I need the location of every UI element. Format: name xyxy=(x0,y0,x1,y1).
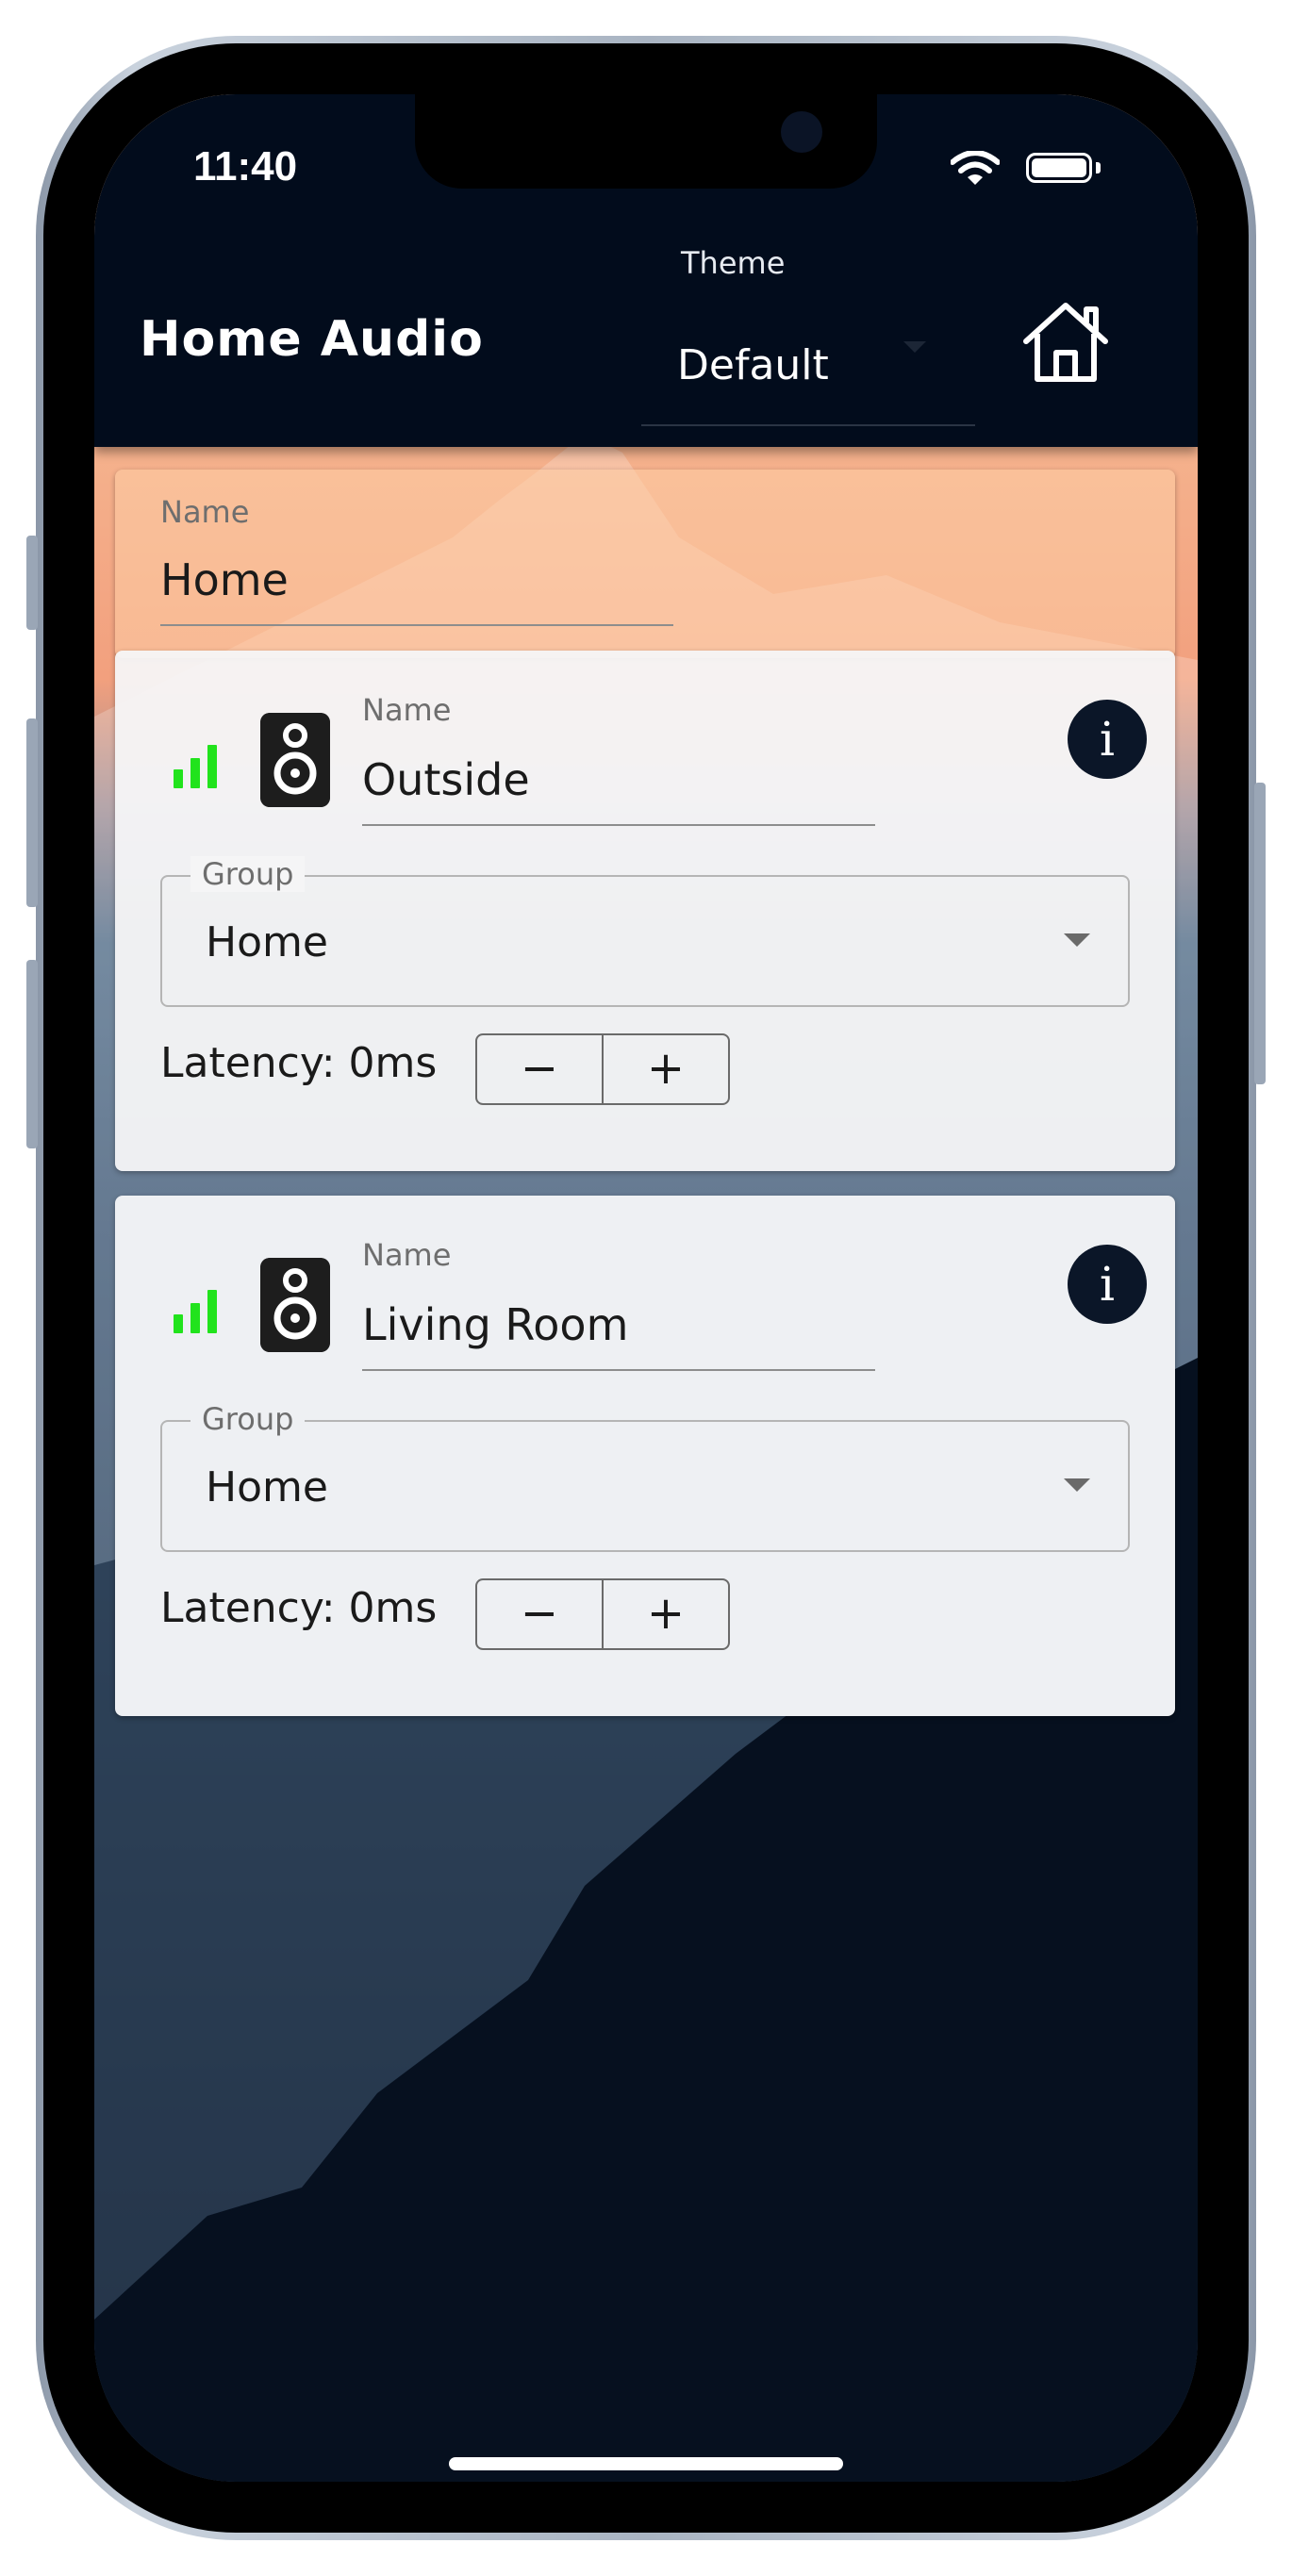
signal-strength-icon xyxy=(174,1286,221,1333)
group-name-input[interactable]: Home xyxy=(160,554,289,605)
volume-down-button xyxy=(26,960,38,1148)
info-button[interactable]: i xyxy=(1068,700,1147,779)
speaker-name-input[interactable]: Living Room xyxy=(362,1299,628,1350)
group-name-underline xyxy=(160,624,673,626)
latency-stepper: − + xyxy=(475,1578,730,1650)
theme-value[interactable]: Default xyxy=(677,341,829,389)
speaker-name-input[interactable]: Outside xyxy=(362,754,530,805)
signal-strength-icon xyxy=(174,741,221,788)
speaker-name-underline xyxy=(362,1369,875,1371)
speaker-card: Name Outside i Group Home Latency: 0ms −… xyxy=(115,651,1175,1171)
speaker-icon xyxy=(260,713,330,807)
mute-switch xyxy=(26,536,38,630)
volume-up-button xyxy=(26,718,38,907)
speaker-name-underline xyxy=(362,824,875,826)
power-button xyxy=(1254,783,1266,1084)
group-dropdown[interactable]: Group Home xyxy=(160,1401,1130,1552)
home-indicator[interactable] xyxy=(449,2457,843,2470)
latency-increase-button[interactable]: + xyxy=(604,1035,728,1103)
latency-increase-button[interactable]: + xyxy=(604,1580,728,1648)
screen: Home Audio Theme Default 11:40 Name Home xyxy=(94,94,1198,2482)
group-dropdown-label: Group xyxy=(190,1401,306,1437)
group-dropdown-value: Home xyxy=(206,1463,328,1511)
chevron-down-icon xyxy=(903,341,926,353)
app-title: Home Audio xyxy=(140,311,484,368)
latency-stepper: − + xyxy=(475,1033,730,1105)
group-dropdown-value: Home xyxy=(206,918,328,966)
latency-decrease-button[interactable]: − xyxy=(477,1035,604,1103)
group-card: Name Home xyxy=(115,470,1175,658)
home-icon[interactable] xyxy=(1019,300,1113,385)
dropdown-arrow-icon xyxy=(1064,933,1090,947)
latency-label: Latency: 0ms xyxy=(160,1039,438,1087)
speaker-card: Name Living Room i Group Home Latency: 0… xyxy=(115,1196,1175,1716)
status-time: 11:40 xyxy=(193,143,298,190)
latency-decrease-button[interactable]: − xyxy=(477,1580,604,1648)
group-name-label: Name xyxy=(160,494,250,530)
group-dropdown[interactable]: Group Home xyxy=(160,856,1130,1007)
speaker-name-label: Name xyxy=(362,692,452,728)
battery-tip xyxy=(1096,162,1101,173)
info-button[interactable]: i xyxy=(1068,1245,1147,1324)
speaker-icon xyxy=(260,1258,330,1352)
latency-label: Latency: 0ms xyxy=(160,1584,438,1632)
speaker-name-label: Name xyxy=(362,1237,452,1273)
camera-icon xyxy=(781,111,822,153)
battery-icon xyxy=(1026,153,1092,183)
notch xyxy=(415,94,877,189)
theme-label: Theme xyxy=(681,245,786,281)
group-dropdown-label: Group xyxy=(190,856,306,892)
wifi-icon xyxy=(951,151,1000,185)
dropdown-arrow-icon xyxy=(1064,1478,1090,1492)
